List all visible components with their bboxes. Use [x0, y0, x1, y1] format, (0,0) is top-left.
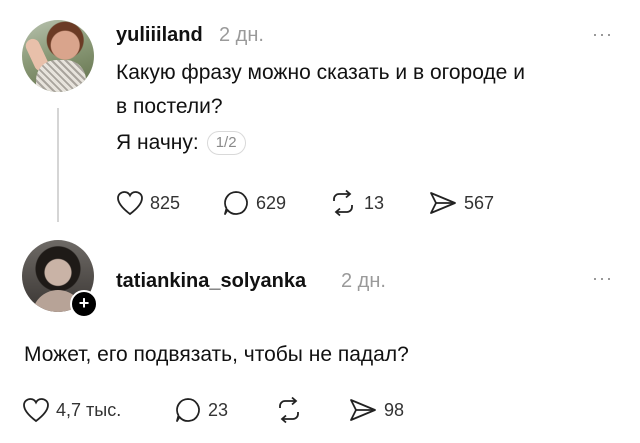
like-button[interactable]: 4,7 тыс. [22, 397, 174, 423]
like-count: 825 [150, 192, 181, 213]
share-count: 567 [464, 192, 495, 213]
comment-button[interactable]: 629 [222, 189, 328, 217]
avatar[interactable] [22, 20, 94, 92]
timestamp: 2 дн. [341, 270, 386, 292]
action-bar: 4,7 тыс. 23 98 [22, 396, 404, 424]
post: yuliiiland 2 дн. ··· Какую фразу можно с… [0, 0, 640, 232]
post-text: Я начну: [116, 131, 199, 154]
post-text-line: Какую фразу можно сказать и в огороде и [116, 61, 525, 84]
thread-line [57, 108, 59, 222]
repost-icon [279, 396, 299, 424]
page-indicator[interactable]: 1/2 [206, 131, 246, 155]
like-button[interactable]: 825 [116, 190, 222, 216]
comment-count: 23 [208, 399, 229, 420]
share-button[interactable]: 98 [348, 397, 404, 423]
share-icon [430, 192, 456, 214]
like-count: 4,7 тыс. [56, 399, 122, 420]
post-text-line: в постели? [116, 95, 223, 118]
repost-button[interactable] [274, 396, 348, 424]
timestamp: 2 дн. [219, 24, 264, 46]
share-button[interactable]: 567 [428, 190, 494, 216]
post-text: Может, его подвязать, чтобы не падал? [24, 343, 409, 366]
repost-icon [333, 189, 353, 217]
action-bar: 825 629 13 567 [116, 189, 494, 217]
heart-icon [117, 191, 143, 216]
username[interactable]: tatiankina_solyanka [116, 270, 306, 293]
share-icon [350, 399, 376, 421]
more-icon[interactable]: ··· [592, 268, 613, 289]
comment-count: 629 [256, 192, 287, 213]
comment-icon [224, 191, 248, 215]
comment-icon [176, 398, 200, 422]
repost-count: 13 [364, 192, 385, 213]
follow-plus-icon[interactable]: + [70, 290, 98, 318]
more-icon[interactable]: ··· [592, 24, 613, 45]
heart-icon [23, 398, 49, 423]
comment-button[interactable]: 23 [174, 396, 274, 424]
username[interactable]: yuliiiland [116, 24, 203, 47]
repost-button[interactable]: 13 [328, 189, 428, 217]
share-count: 98 [384, 399, 405, 420]
post-text-line: Я начну: 1/2 [116, 126, 246, 160]
